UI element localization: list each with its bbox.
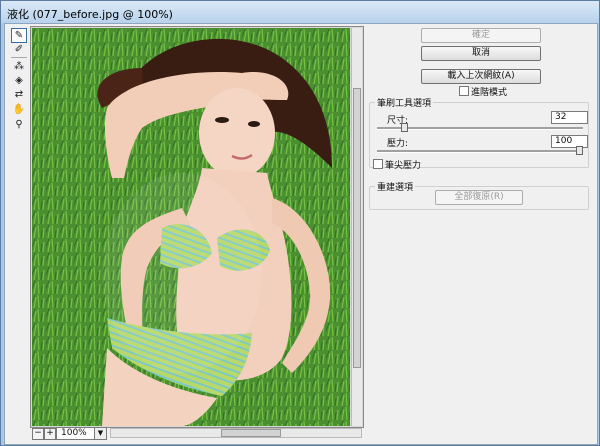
title-bar[interactable]: 液化 (077_before.jpg @ 100%) <box>1 1 599 23</box>
preview-canvas[interactable] <box>32 28 350 426</box>
brush-options-title: 筆刷工具選項 <box>375 96 434 109</box>
tool-divider <box>11 57 27 58</box>
preview-area <box>30 26 364 428</box>
hand-tool[interactable]: ✋ <box>12 103 26 116</box>
stylus-pressure-label: 筆尖壓力 <box>385 161 422 171</box>
plus-icon: + <box>46 428 54 438</box>
pressure-slider-track[interactable] <box>377 150 583 153</box>
push-left-icon: ⇄ <box>14 89 24 100</box>
zoom-bar: − + 100% ▼ <box>30 427 362 441</box>
zoom-field[interactable]: 100% <box>56 427 98 440</box>
size-field[interactable]: 32 <box>551 111 588 124</box>
chevron-down-icon: ▼ <box>97 429 104 437</box>
advanced-mode-checkbox[interactable] <box>459 86 469 96</box>
cancel-button[interactable]: 取消 <box>421 46 541 61</box>
dialog-body: ✎ ✐ ⁂ ◈ ⇄ ✋ ⚲ − + 100% ▼ 確定 取消 載入上次網紋(A)… <box>4 23 598 445</box>
zoom-dropdown[interactable]: ▼ <box>94 427 107 440</box>
ok-button[interactable]: 確定 <box>421 28 541 43</box>
size-slider-track[interactable] <box>377 127 583 130</box>
window-title: 液化 (077_before.jpg @ 100%) <box>7 8 173 21</box>
load-last-mesh-button[interactable]: 載入上次網紋(A) <box>421 69 541 84</box>
vertical-scrollbar[interactable] <box>351 28 362 426</box>
hand-icon: ✋ <box>12 104 26 115</box>
minus-icon: − <box>34 428 42 438</box>
size-slider-knob[interactable] <box>400 123 408 132</box>
zoom-tool[interactable]: ⚲ <box>12 118 26 131</box>
vertical-scroll-thumb[interactable] <box>353 88 361 368</box>
bloat-tool[interactable]: ◈ <box>12 74 26 87</box>
pucker-icon: ⁂ <box>14 61 24 72</box>
stylus-pressure-checkbox[interactable] <box>373 159 383 169</box>
tool-column: ✎ ✐ ⁂ ◈ ⇄ ✋ ⚲ <box>8 26 30 156</box>
zoom-icon: ⚲ <box>15 119 23 130</box>
pressure-slider-knob[interactable] <box>576 146 583 155</box>
zoom-in-button[interactable]: + <box>44 428 56 440</box>
forward-warp-tool[interactable]: ✎ <box>11 28 27 43</box>
restore-all-button[interactable]: 全部復原(R) <box>435 190 523 205</box>
push-left-tool[interactable]: ⇄ <box>12 88 26 101</box>
photo-image <box>32 28 350 426</box>
reconstruct-tool[interactable]: ✐ <box>12 43 26 56</box>
reconstruct-options-title: 重建選項 <box>375 180 416 193</box>
bloat-icon: ◈ <box>15 75 23 86</box>
horizontal-scroll-thumb[interactable] <box>221 429 281 437</box>
liquify-dialog: 液化 (077_before.jpg @ 100%) ✎ ✐ ⁂ ◈ ⇄ ✋ ⚲ <box>0 0 600 446</box>
advanced-mode-label: 進階模式 <box>471 88 508 98</box>
reconstruct-icon: ✐ <box>14 44 24 55</box>
forward-warp-icon: ✎ <box>14 30 24 41</box>
pucker-tool[interactable]: ⁂ <box>12 60 26 73</box>
horizontal-scrollbar[interactable] <box>110 428 362 438</box>
pressure-label: 壓力: <box>387 139 409 149</box>
zoom-out-button[interactable]: − <box>32 428 44 440</box>
